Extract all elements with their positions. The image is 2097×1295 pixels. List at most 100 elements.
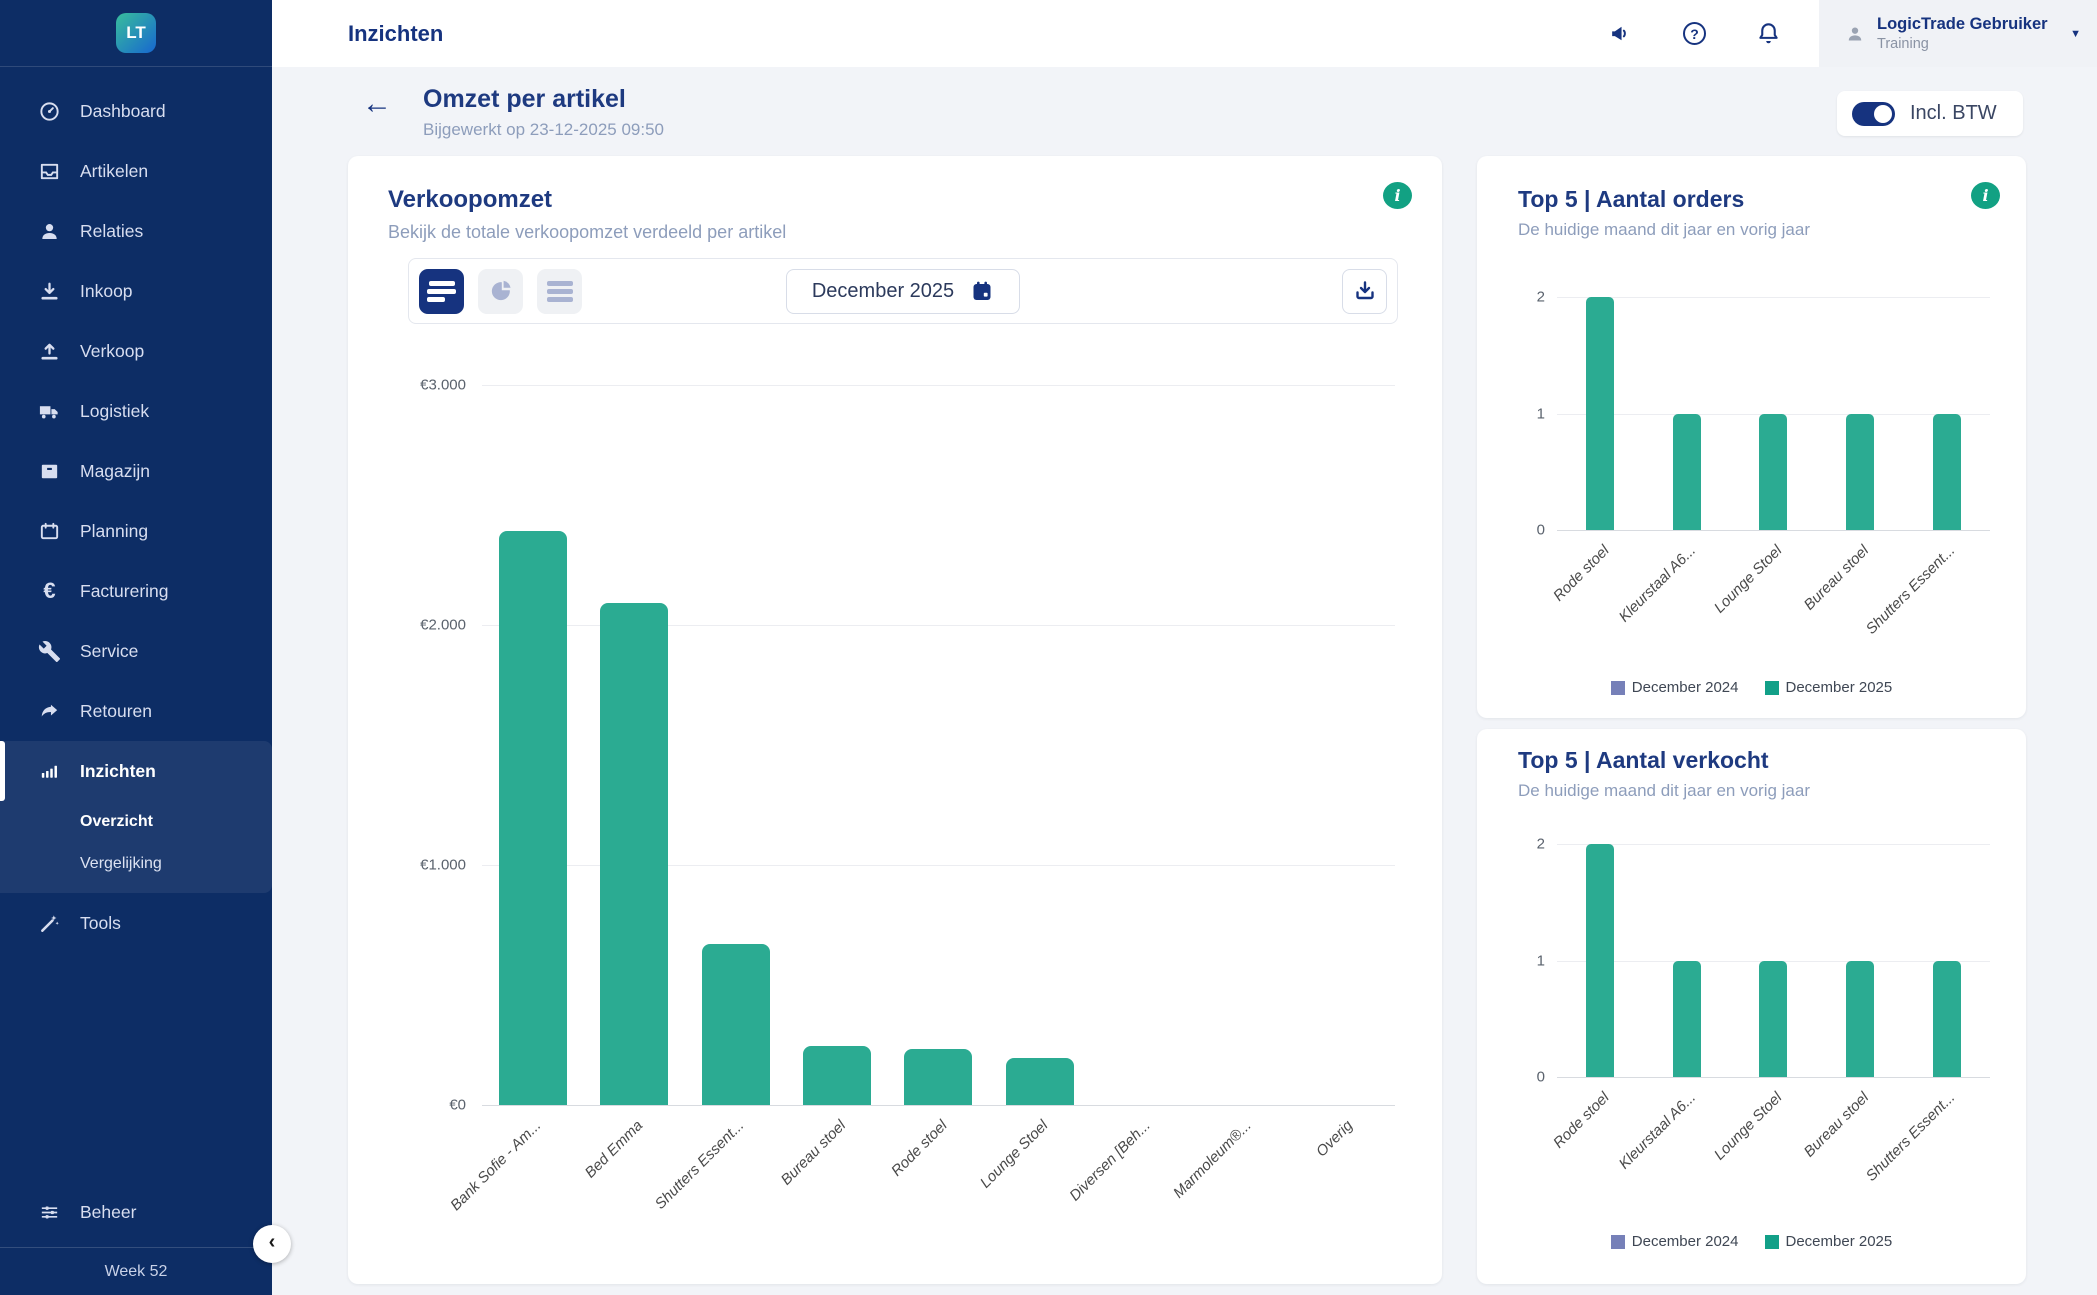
legend-swatch-2025	[1765, 681, 1779, 695]
question-mark: ?	[1683, 22, 1706, 45]
legend-item: December 2025	[1765, 1233, 1893, 1250]
notifications-bell-icon[interactable]	[1756, 21, 1781, 46]
help-icon[interactable]: ?	[1682, 21, 1707, 46]
vat-toggle-card: Incl. BTW	[1837, 91, 2023, 136]
chart-toolbar: December 2025	[408, 258, 1398, 324]
user-name: LogicTrade Gebruiker	[1877, 14, 2048, 35]
bar-slot: Kleurstaal A6...	[1644, 297, 1731, 530]
legend-label: December 2024	[1632, 1233, 1739, 1250]
y-axis-tick: 1	[1537, 405, 1545, 422]
incl-btw-toggle[interactable]	[1852, 102, 1895, 126]
sidebar-item-beheer[interactable]: Beheer	[0, 1182, 272, 1242]
chart-bar	[702, 944, 770, 1105]
sidebar-item-label: Verkoop	[80, 341, 144, 362]
sidebar-subitem-label: Overzicht	[80, 813, 153, 831]
chart-bar	[499, 531, 567, 1105]
x-axis-label: Marmoleum®...	[1170, 1117, 1255, 1202]
bar-slot: Diversen [Beh...	[1091, 385, 1192, 1105]
sidebar-item-inzichten[interactable]: Inzichten	[0, 741, 272, 801]
y-axis: 210	[1517, 844, 1545, 1077]
verkoopomzet-chart: €3.000€2.000€1.000€0 Bank Sofie - Am...B…	[408, 352, 1398, 1292]
chart-legend: December 2024 December 2025	[1477, 679, 2026, 696]
sidebar-collapse-button[interactable]: ‹	[253, 1225, 291, 1263]
sliders-icon	[38, 1201, 61, 1224]
bar-slot: Bureau stoel	[1817, 844, 1904, 1077]
x-axis-label: Bed Emma	[582, 1117, 646, 1181]
sidebar-item-label: Service	[80, 641, 138, 662]
euro-icon: €	[38, 580, 61, 603]
sidebar-item-label: Planning	[80, 521, 148, 542]
sidebar-item-label: Retouren	[80, 701, 152, 722]
chart-type-switcher	[419, 269, 582, 314]
info-icon[interactable]: i	[1383, 182, 1412, 209]
sidebar-item-relaties[interactable]: Relaties	[0, 201, 272, 261]
bar-chart-view-button[interactable]	[419, 269, 464, 314]
table-view-button[interactable]	[537, 269, 582, 314]
sidebar-item-label: Relaties	[80, 221, 143, 242]
chart-bar	[1006, 1058, 1074, 1105]
card-title: Verkoopomzet	[388, 186, 552, 214]
sidebar-item-retouren[interactable]: Retouren	[0, 681, 272, 741]
sidebar-item-service[interactable]: Service	[0, 621, 272, 681]
chart-bar	[1846, 414, 1874, 531]
date-filter-button[interactable]: December 2025	[786, 269, 1020, 314]
bar-slot: Kleurstaal A6...	[1644, 844, 1731, 1077]
announcements-icon[interactable]	[1608, 21, 1633, 46]
gridline	[1557, 1077, 1990, 1078]
bar-slot: Marmoleum®...	[1192, 385, 1293, 1105]
x-axis-label: Bureau stoel	[1801, 1089, 1873, 1161]
x-axis-label: Lounge Stoel	[1711, 542, 1786, 617]
caret-down-icon: ▼	[2070, 28, 2081, 40]
download-button[interactable]	[1342, 269, 1387, 314]
sidebar-item-dashboard[interactable]: Dashboard	[0, 81, 272, 141]
x-axis-label: Lounge Stoel	[1711, 1089, 1786, 1164]
back-button[interactable]: ←	[362, 89, 392, 119]
pie-chart-view-button[interactable]	[478, 269, 523, 314]
plot-area: Rode stoelKleurstaal A6...Lounge StoelBu…	[1557, 297, 1990, 530]
sidebar-item-artikelen[interactable]: Artikelen	[0, 141, 272, 201]
x-axis-label: Overig	[1313, 1117, 1356, 1160]
y-axis-tick: €2.000	[420, 617, 466, 634]
sidebar-item-magazijn[interactable]: Magazijn	[0, 441, 272, 501]
legend-item: December 2025	[1765, 679, 1893, 696]
sidebar-item-label: Dashboard	[80, 101, 166, 122]
card-title: Top 5 | Aantal verkocht	[1518, 747, 1769, 774]
card-subtitle: De huidige maand dit jaar en vorig jaar	[1518, 781, 1810, 801]
chart-bar	[1846, 961, 1874, 1078]
card-subtitle: Bekijk de totale verkoopomzet verdeeld p…	[388, 222, 786, 243]
header-icons: ?	[1608, 21, 1781, 46]
sidebar-item-facturering[interactable]: € Facturering	[0, 561, 272, 621]
bar-slots: Rode stoelKleurstaal A6...Lounge StoelBu…	[1557, 297, 1990, 530]
nav-spacer	[0, 953, 272, 1182]
sidebar-item-planning[interactable]: Planning	[0, 501, 272, 561]
sidebar-item-verkoop[interactable]: Verkoop	[0, 321, 272, 381]
sidebar-item-logistiek[interactable]: Logistiek	[0, 381, 272, 441]
info-icon[interactable]: i	[1971, 182, 2000, 209]
legend-label: December 2025	[1786, 679, 1893, 696]
sidebar-item-inkoop[interactable]: Inkoop	[0, 261, 272, 321]
chart-bar	[1673, 961, 1701, 1078]
storage-box-icon	[38, 460, 61, 483]
bar-slot: Lounge Stoel	[989, 385, 1090, 1105]
y-axis: €3.000€2.000€1.000€0	[408, 385, 466, 1105]
x-axis-label: Bank Sofie - Am...	[448, 1117, 545, 1214]
sidebar-subitem-overzicht[interactable]: Overzicht	[0, 801, 272, 843]
sidebar-subitem-label: Vergelijking	[80, 855, 162, 873]
sidebar-item-tools[interactable]: Tools	[0, 893, 272, 953]
user-meta: LogicTrade Gebruiker Training	[1877, 14, 2048, 53]
sidebar: LT Dashboard Artikelen Relaties Inkoop V…	[0, 0, 272, 1295]
x-axis-label: Kleurstaal A6...	[1615, 542, 1699, 626]
last-updated-text: Bijgewerkt op 23-12-2025 09:50	[423, 120, 664, 140]
bar-slot: Bureau stoel	[1817, 297, 1904, 530]
inbox-icon	[38, 160, 61, 183]
verkoopomzet-card: Verkoopomzet Bekijk de totale verkoopomz…	[348, 156, 1442, 1284]
y-axis-tick: €1.000	[420, 857, 466, 874]
sidebar-subitem-vergelijking[interactable]: Vergelijking	[0, 843, 272, 885]
sidebar-item-label: Inzichten	[80, 761, 156, 782]
x-axis-label: Bureau stoel	[777, 1117, 849, 1189]
download-arrow-icon	[38, 280, 61, 303]
user-menu[interactable]: LogicTrade Gebruiker Training ▼	[1819, 0, 2097, 67]
bar-slot: Rode stoel	[1557, 297, 1644, 530]
vat-toggle-label: Incl. BTW	[1910, 102, 1997, 125]
bar-slot: Bank Sofie - Am...	[482, 385, 583, 1105]
